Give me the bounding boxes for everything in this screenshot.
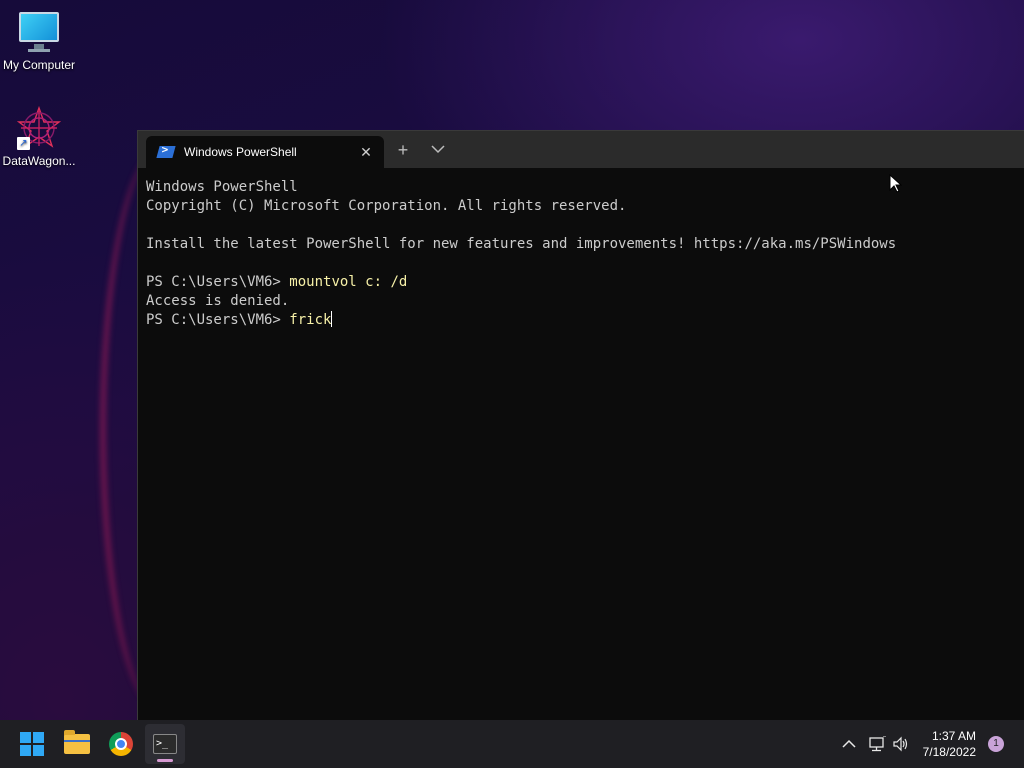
desktop-icon-label: DataWagon... [2, 154, 76, 168]
console-line: PS C:\Users\VM6> frick [146, 311, 1024, 330]
taskbar: >_ 1:37 AM 7/18/2022 1 [0, 720, 1024, 768]
text-caret [331, 311, 333, 327]
shortcut-arrow-icon: ↗ [17, 137, 30, 150]
desktop-icon-my-computer[interactable]: My Computer [0, 10, 78, 72]
current-input[interactable]: frick [289, 312, 331, 328]
mouse-cursor-icon [889, 174, 903, 193]
terminal-icon: >_ [153, 734, 177, 754]
monitor-icon [17, 10, 61, 54]
start-icon [20, 732, 44, 756]
active-app-indicator [157, 759, 173, 762]
file-explorer-icon [64, 730, 90, 754]
clock[interactable]: 1:37 AM 7/18/2022 [923, 728, 976, 760]
chevron-up-icon [842, 739, 856, 748]
powershell-icon [156, 146, 176, 158]
terminal-titlebar[interactable]: Windows PowerShell ✕ + [138, 131, 1024, 168]
system-tray: 1:37 AM 7/18/2022 1 [837, 720, 1024, 768]
console-line: Copyright (C) Microsoft Corporation. All… [146, 198, 627, 214]
tab-dropdown-button[interactable] [428, 140, 448, 160]
close-tab-icon[interactable]: ✕ [358, 144, 374, 160]
desktop-icon-label: My Computer [2, 58, 76, 72]
file-explorer-button[interactable] [57, 724, 97, 764]
tab-title: Windows PowerShell [184, 145, 297, 159]
tab-windows-powershell[interactable]: Windows PowerShell ✕ [146, 136, 384, 168]
prompt: PS C:\Users\VM6> [146, 312, 290, 328]
notification-badge[interactable]: 1 [988, 736, 1004, 752]
chrome-button[interactable] [101, 724, 141, 764]
prompt: PS C:\Users\VM6> [146, 274, 290, 290]
clock-time: 1:37 AM [931, 729, 976, 743]
clock-date: 7/18/2022 [922, 745, 976, 759]
desktop-icon-datawagon[interactable]: ↗ DataWagon... [0, 105, 78, 168]
chrome-icon [109, 732, 133, 756]
terminal-window[interactable]: Windows PowerShell ✕ + Windows PowerShel… [137, 130, 1024, 720]
datawagon-icon: ↗ [16, 105, 62, 150]
new-tab-button[interactable]: + [393, 140, 413, 160]
volume-icon[interactable] [889, 732, 913, 756]
console-line: Install the latest PowerShell for new fe… [146, 236, 897, 252]
start-button[interactable] [12, 724, 52, 764]
console-line: Access is denied. [146, 293, 290, 309]
network-icon[interactable] [865, 732, 889, 756]
console-line: PS C:\Users\VM6> mountvol c: /d [146, 273, 1024, 292]
chevron-down-icon [431, 145, 445, 154]
terminal-taskbar-button[interactable]: >_ [145, 724, 185, 764]
show-hidden-icons-button[interactable] [837, 732, 861, 756]
command-text: mountvol c: /d [289, 274, 408, 290]
